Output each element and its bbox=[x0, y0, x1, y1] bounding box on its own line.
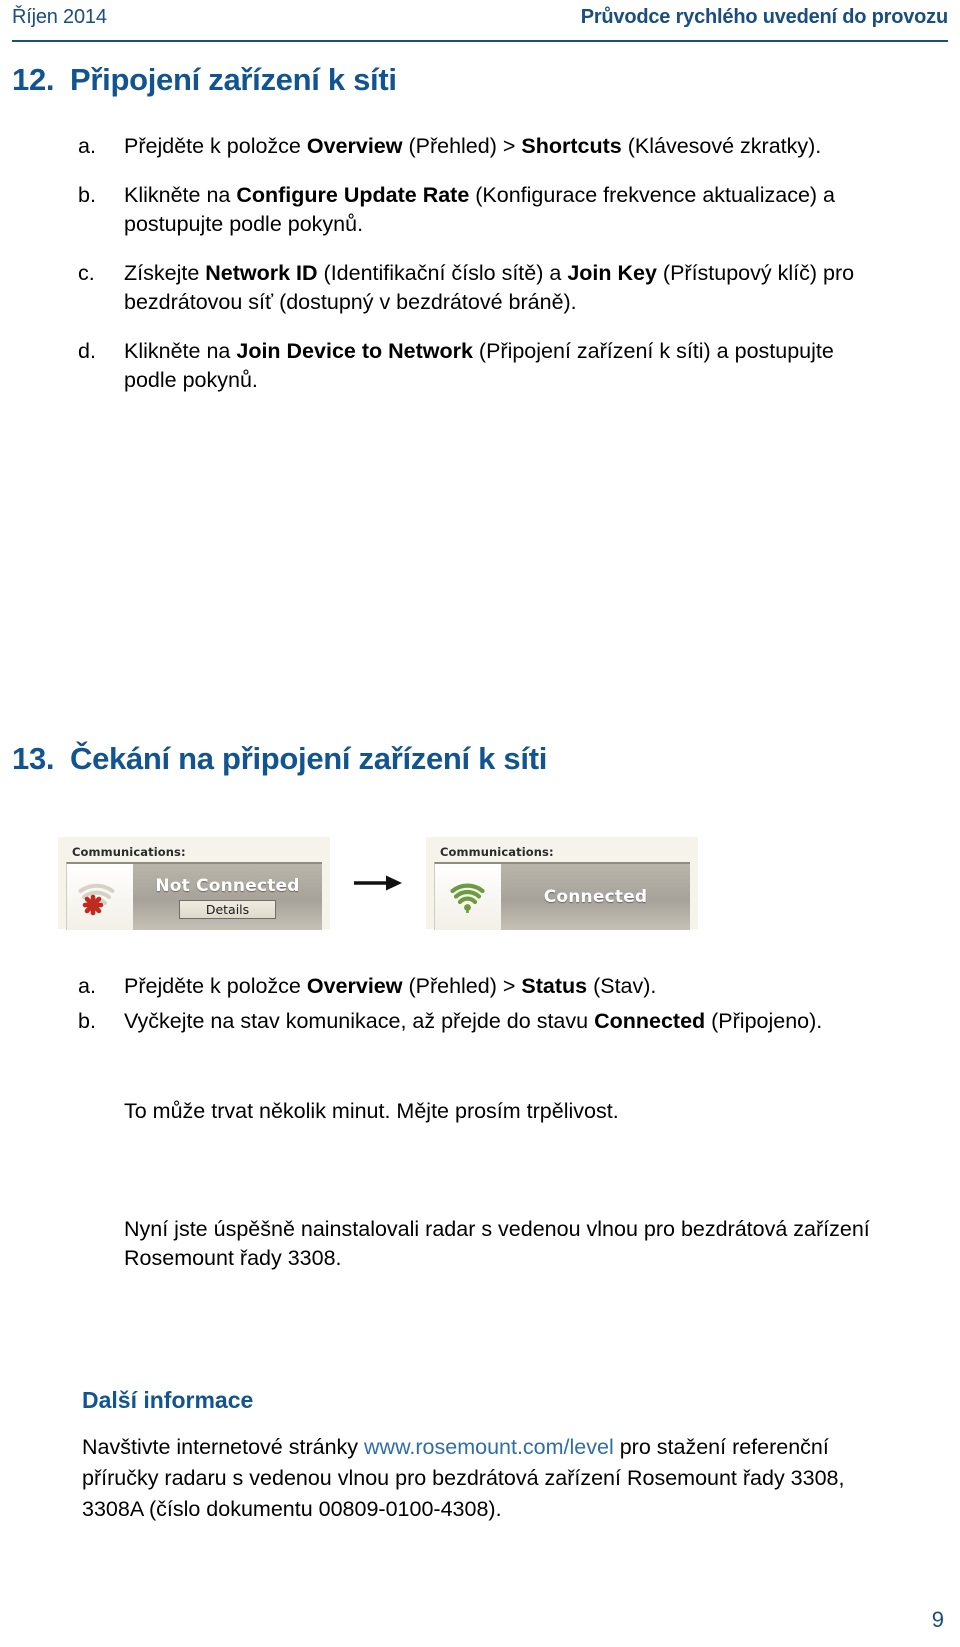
right-arrow-icon bbox=[354, 875, 402, 891]
list-item: b. Vyčkejte na stav komunikace, až přejd… bbox=[78, 1007, 878, 1036]
panel-body: Connected bbox=[434, 862, 690, 930]
more-info-text-before: Navštivte internetové stránky bbox=[82, 1435, 365, 1459]
more-info-heading: Další informace bbox=[82, 1387, 254, 1413]
status-cell: Not Connected Details bbox=[133, 864, 322, 930]
header-divider bbox=[12, 40, 948, 42]
step-text: Vyčkejte na stav komunikace, až přejde d… bbox=[124, 1009, 823, 1033]
step-marker: c. bbox=[78, 261, 95, 285]
section-title-12: Připojení zařízení k síti bbox=[70, 62, 397, 97]
section-heading-13: 13. Čekání na připojení zařízení k síti bbox=[12, 741, 547, 777]
list-item: d. Klikněte na Join Device to Network (P… bbox=[78, 337, 878, 395]
icon-cell bbox=[67, 864, 133, 930]
header-document-title: Průvodce rychlého uvedení do provozu bbox=[580, 6, 949, 28]
step-marker: a. bbox=[78, 974, 96, 998]
arrow-cell bbox=[330, 872, 426, 894]
section-number-12: 12. bbox=[12, 62, 55, 97]
success-note: Nyní jste úspěšně nainstalovali radar s … bbox=[124, 1217, 870, 1270]
list-item: b. Klikněte na Configure Update Rate (Ko… bbox=[78, 181, 878, 239]
step-marker: b. bbox=[78, 1009, 96, 1033]
list-item: c. Získejte Network ID (Identifikační čí… bbox=[78, 259, 878, 317]
list-item: a. Přejděte k položce Overview (Přehled)… bbox=[78, 972, 878, 1001]
list-item: a. Přejděte k položce Overview (Přehled)… bbox=[78, 132, 878, 161]
step-marker: a. bbox=[78, 134, 96, 158]
icon-cell bbox=[435, 864, 501, 930]
wifi-disconnected-icon bbox=[78, 883, 115, 916]
status-badge: Not Connected bbox=[155, 875, 300, 896]
communications-label: Communications: bbox=[440, 845, 554, 859]
wifi-connected-icon bbox=[450, 883, 485, 913]
step-marker: b. bbox=[78, 183, 96, 207]
panel-body: Not Connected Details bbox=[66, 862, 322, 930]
more-info-paragraph: Navštivte internetové stránky www.rosemo… bbox=[82, 1432, 882, 1525]
status-badge: Connected bbox=[543, 887, 648, 907]
status-panel-not-connected: Communications: Not Connected Details bbox=[58, 837, 330, 930]
communications-label: Communications: bbox=[72, 845, 186, 859]
rosemount-website-link[interactable]: www.rosemount.com/level bbox=[364, 1435, 614, 1459]
page-header: Říjen 2014 Průvodce rychlého uvedení do … bbox=[12, 6, 948, 29]
step-text: Získejte Network ID (Identifikační číslo… bbox=[124, 261, 855, 314]
section-heading-12: 12. Připojení zařízení k síti bbox=[12, 62, 397, 98]
red-x-icon bbox=[82, 894, 104, 916]
status-cell: Connected bbox=[501, 864, 690, 930]
patience-note: To může trvat několik minut. Mějte prosí… bbox=[124, 1099, 619, 1123]
page-number: 9 bbox=[931, 1607, 944, 1632]
step-list-section-12: a. Přejděte k položce Overview (Přehled)… bbox=[78, 132, 878, 415]
header-date: Říjen 2014 bbox=[12, 6, 107, 28]
step-text: Přejděte k položce Overview (Přehled) > … bbox=[124, 134, 822, 158]
section-number-13: 13. bbox=[12, 741, 55, 776]
step-text: Přejděte k položce Overview (Přehled) > … bbox=[124, 974, 657, 998]
connection-status-figure: Communications: Not Connected Details Co… bbox=[58, 833, 698, 933]
step-marker: d. bbox=[78, 339, 96, 363]
step-list-section-13: a. Přejděte k položce Overview (Přehled)… bbox=[78, 972, 878, 1042]
step-text: Klikněte na Join Device to Network (Přip… bbox=[124, 339, 834, 392]
details-button[interactable]: Details bbox=[178, 899, 277, 919]
status-panel-connected: Communications: Connected bbox=[426, 837, 698, 930]
section-title-13: Čekání na připojení zařízení k síti bbox=[70, 741, 548, 776]
step-text: Klikněte na Configure Update Rate (Konfi… bbox=[124, 183, 835, 236]
